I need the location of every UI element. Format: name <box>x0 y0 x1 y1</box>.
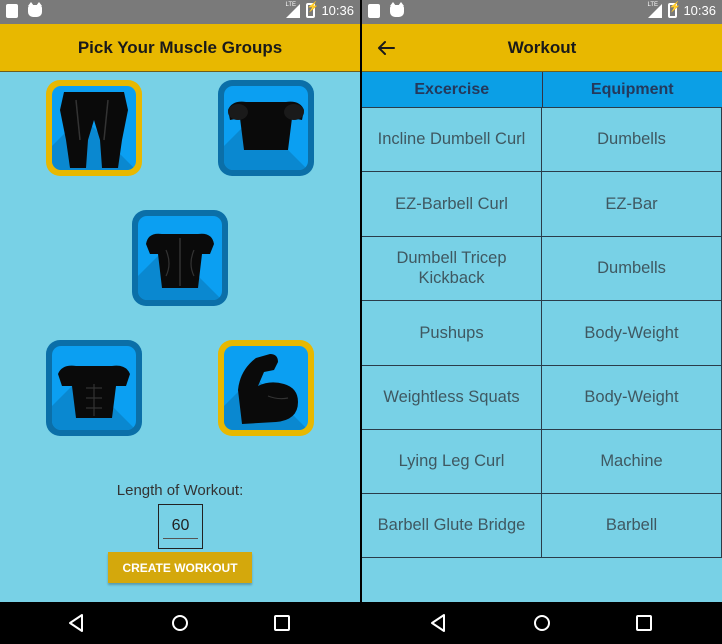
equipment-cell: Dumbells <box>542 108 722 172</box>
abs-icon <box>58 365 130 418</box>
equipment-cell: Machine <box>542 429 722 494</box>
equipment-cell: EZ-Bar <box>542 172 722 236</box>
page-title: Pick Your Muscle Groups <box>77 37 283 57</box>
nav-bar <box>0 602 360 644</box>
recents-square-icon[interactable] <box>271 612 293 634</box>
app-bar: Workout <box>362 24 722 72</box>
exercise-cell: Dumbell Tricep Kickback <box>362 236 542 301</box>
exercise-cell: EZ-Barbell Curl <box>362 172 542 236</box>
equipment-cell: Barbell <box>542 494 722 557</box>
page-title: Workout <box>507 37 577 57</box>
battery-charging-icon <box>668 2 681 18</box>
exercise-cell: Lying Leg Curl <box>362 429 542 494</box>
nav-bar <box>362 602 722 644</box>
muscle-tile-legs[interactable] <box>46 80 142 176</box>
home-circle-icon[interactable] <box>531 612 553 634</box>
status-time: 10:36 <box>683 3 716 18</box>
sd-card-icon <box>6 4 18 18</box>
signal-icon: LTE <box>285 2 301 18</box>
muscle-tile-shoulders[interactable] <box>218 80 314 176</box>
back-triangle-icon[interactable] <box>428 612 450 634</box>
equipment-cell: Dumbells <box>542 236 722 301</box>
sd-card-icon <box>368 4 380 18</box>
equipment-cell: Body-Weight <box>542 301 722 365</box>
back-triangle-icon[interactable] <box>66 612 88 634</box>
table-row: Barbell Glute Bridge Barbell <box>362 493 722 558</box>
exercise-cell: Barbell Glute Bridge <box>362 494 542 557</box>
column-header-equipment: Equipment <box>590 80 674 98</box>
muscle-tile-arms[interactable] <box>218 340 314 436</box>
workout-screen: LTE 10:36 Workout Excercise Equipment In… <box>362 0 722 644</box>
exercise-cell: Incline Dumbell Curl <box>362 108 542 172</box>
muscle-tile-abs[interactable] <box>46 340 142 436</box>
biceps-icon <box>238 354 298 424</box>
home-circle-icon[interactable] <box>169 612 191 634</box>
recents-square-icon[interactable] <box>633 612 655 634</box>
table-row: Weightless Squats Body-Weight <box>362 364 722 429</box>
muscle-tile-back[interactable] <box>132 210 228 306</box>
muscle-picker-screen: LTE 10:36 Pick Your Muscle Groups <box>0 0 360 644</box>
status-bar: LTE 10:36 <box>362 0 722 24</box>
android-icon <box>28 2 42 17</box>
table-header: Excercise Equipment <box>362 72 722 107</box>
status-bar: LTE 10:36 <box>0 0 360 24</box>
table-row: Incline Dumbell Curl Dumbells <box>362 107 722 172</box>
android-icon <box>390 2 404 17</box>
app-bar: Pick Your Muscle Groups <box>0 24 360 72</box>
length-input[interactable] <box>163 513 198 539</box>
length-box <box>158 504 203 549</box>
equipment-cell: Body-Weight <box>542 365 722 429</box>
table-row: Pushups Body-Weight <box>362 300 722 365</box>
create-workout-button[interactable]: CREATE WORKOUT <box>108 552 252 583</box>
legs-icon <box>60 92 128 168</box>
battery-charging-icon <box>306 2 319 18</box>
status-time: 10:36 <box>321 3 354 18</box>
exercise-cell: Pushups <box>362 301 542 365</box>
workout-table: Excercise Equipment Incline Dumbell Curl… <box>362 72 722 558</box>
table-row: Lying Leg Curl Machine <box>362 428 722 494</box>
back-arrow-icon[interactable] <box>374 36 398 60</box>
table-row: Dumbell Tricep Kickback Dumbells <box>362 235 722 301</box>
signal-icon: LTE <box>647 2 663 18</box>
table-row: EZ-Barbell Curl EZ-Bar <box>362 171 722 236</box>
back-icon <box>146 233 214 288</box>
column-header-exercise: Excercise <box>362 72 543 107</box>
length-label: Length of Workout: <box>116 482 244 499</box>
exercise-cell: Weightless Squats <box>362 365 542 429</box>
shoulders-icon <box>228 101 304 150</box>
